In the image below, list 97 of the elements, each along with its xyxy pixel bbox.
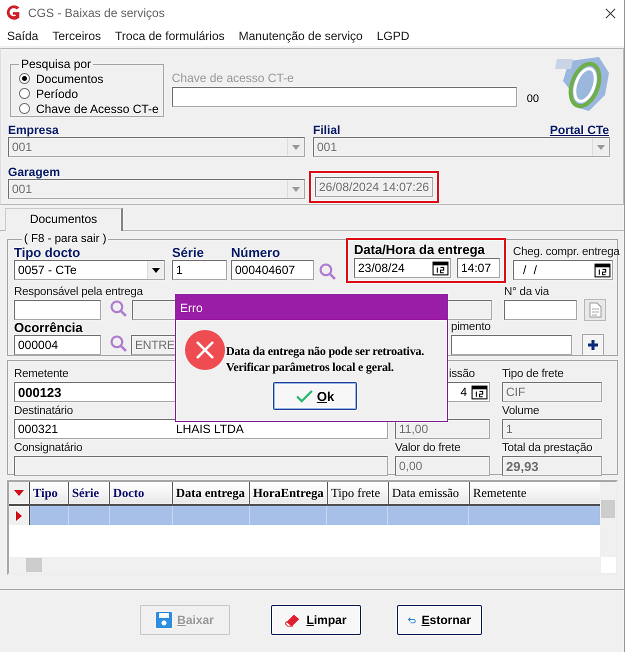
menu-item[interactable]: Manutenção de serviço xyxy=(238,29,363,43)
timestamp-field: 26/08/2024 14:07:26 xyxy=(315,177,433,197)
field-label: Responsável pela entrega xyxy=(14,285,143,300)
close-icon[interactable] xyxy=(605,8,616,18)
input-field[interactable] xyxy=(504,300,577,320)
horizontal-scrollbar[interactable] xyxy=(9,557,601,573)
field-label: Filial xyxy=(313,123,340,137)
search-icon[interactable] xyxy=(110,335,127,352)
tab[interactable]: Documentos xyxy=(5,208,123,231)
group-legend: ( F8 - para sair ) xyxy=(22,233,108,245)
caret-icon xyxy=(292,144,300,150)
field-label: Série xyxy=(172,245,204,260)
company-dropdown[interactable]: 001 xyxy=(8,137,305,157)
total-field: 29,93 xyxy=(502,456,602,476)
error-icon xyxy=(185,330,225,370)
time-field[interactable]: 14:07 xyxy=(457,258,500,278)
column-header[interactable]: Tipo frete xyxy=(328,482,389,504)
error-message: Data da entrega não pode ser retroativa. xyxy=(226,343,424,359)
action-button[interactable]: Limpar xyxy=(271,605,361,635)
field-label: Remetente xyxy=(14,367,68,382)
search-icon[interactable] xyxy=(319,263,336,280)
field-label: Total da prestação xyxy=(502,441,592,456)
input-field[interactable] xyxy=(172,87,517,107)
field-label: Chave de acesso CT-e xyxy=(172,71,295,87)
field-label: Tipo docto xyxy=(14,245,80,260)
field-label: Ocorrência xyxy=(14,320,83,335)
error-message: Verificar parâmetros local e geral. xyxy=(226,359,395,375)
field-label: Destinatário xyxy=(14,404,73,419)
recipient-code: 000321 xyxy=(17,422,60,436)
garage-dropdown[interactable]: 001 xyxy=(8,179,305,199)
radio-option[interactable]: Período xyxy=(19,86,159,101)
ok-button[interactable]: Ok xyxy=(273,382,357,410)
floppy-icon xyxy=(156,612,172,628)
field-label: Cheg. compr. entrega xyxy=(513,245,620,260)
date-field[interactable]: 23/08/24 xyxy=(354,258,451,278)
radio-button[interactable] xyxy=(19,88,30,99)
weight-field: 11,00 xyxy=(395,419,490,439)
check-icon xyxy=(296,390,313,402)
field-label: N° da via xyxy=(504,285,549,300)
sort-icon[interactable] xyxy=(14,490,24,496)
document-icon[interactable] xyxy=(584,299,606,321)
recipient-field[interactable]: 000321 LHAIS LTDA xyxy=(14,419,388,439)
number-field[interactable]: 000404607 xyxy=(231,260,314,280)
caret-icon xyxy=(597,144,605,150)
field-label: pimento xyxy=(451,320,491,335)
document-type-dropdown[interactable]: 0057 - CTe xyxy=(14,260,165,280)
field-label: issão xyxy=(449,367,475,382)
search-icon[interactable] xyxy=(110,300,127,317)
field-label: Tipo de frete xyxy=(502,367,564,382)
recipient-name: LHAIS LTDA xyxy=(176,422,244,436)
group-legend: Pesquisa por xyxy=(19,57,94,71)
column-header[interactable]: Remetente xyxy=(470,482,602,504)
field-label: Volume xyxy=(502,404,540,419)
menu-item[interactable]: Troca de formulários xyxy=(115,29,225,43)
eraser-icon xyxy=(285,612,302,628)
caret-icon xyxy=(152,268,160,272)
column-header[interactable]: HoraEntrega xyxy=(250,482,328,504)
menu-item[interactable]: Saída xyxy=(7,29,38,43)
add-icon[interactable] xyxy=(582,334,604,356)
field-label: Data/Hora da entrega xyxy=(354,242,485,257)
field-label: Empresa xyxy=(8,123,59,137)
field-label: Valor do frete xyxy=(395,441,460,456)
field-label: Garagem xyxy=(8,165,60,179)
portal-link[interactable]: Portal CTe xyxy=(550,123,609,137)
column-header[interactable]: Data entrega xyxy=(173,482,250,504)
caret-icon xyxy=(292,186,300,192)
input-field[interactable] xyxy=(451,335,572,355)
calendar-icon[interactable] xyxy=(594,262,611,278)
freight-value-field: 0,00 xyxy=(395,456,490,476)
series-field[interactable]: 1 xyxy=(172,260,227,280)
key-suffix: 00 xyxy=(526,93,539,107)
field-label: Consignatário xyxy=(14,441,82,456)
dialog-title: Erro xyxy=(180,300,203,314)
radio-button[interactable] xyxy=(19,103,30,114)
radio-option[interactable]: Chave de Acesso CT-e xyxy=(19,101,159,116)
branch-dropdown[interactable]: 001 xyxy=(313,137,610,157)
input-field[interactable] xyxy=(14,300,101,320)
action-button[interactable]: Estornar xyxy=(397,605,482,635)
radio-option[interactable]: Documentos xyxy=(19,71,159,86)
column-header[interactable]: Data emissão xyxy=(389,482,470,504)
app-logo-icon xyxy=(4,4,22,22)
vertical-scrollbar[interactable] xyxy=(600,482,616,557)
column-header[interactable]: Tipo xyxy=(30,482,69,504)
column-header[interactable]: Série xyxy=(69,482,110,504)
date-field[interactable]: / / xyxy=(513,260,613,280)
row-indicator-icon xyxy=(16,510,22,520)
volume-field: 1 xyxy=(502,419,602,439)
calendar-icon[interactable] xyxy=(471,384,488,400)
menu-item[interactable]: LGPD xyxy=(376,29,410,43)
freight-type-field: CIF xyxy=(502,382,602,402)
column-header[interactable]: Docto xyxy=(110,482,173,504)
field-label: Número xyxy=(231,245,280,260)
window-title: CGS - Baixas de serviços xyxy=(28,6,165,20)
menu-item[interactable]: Terceiros xyxy=(52,29,102,43)
radio-button[interactable] xyxy=(19,73,30,84)
calendar-icon[interactable] xyxy=(432,260,449,276)
occurrence-field[interactable]: 000004 xyxy=(14,335,101,355)
